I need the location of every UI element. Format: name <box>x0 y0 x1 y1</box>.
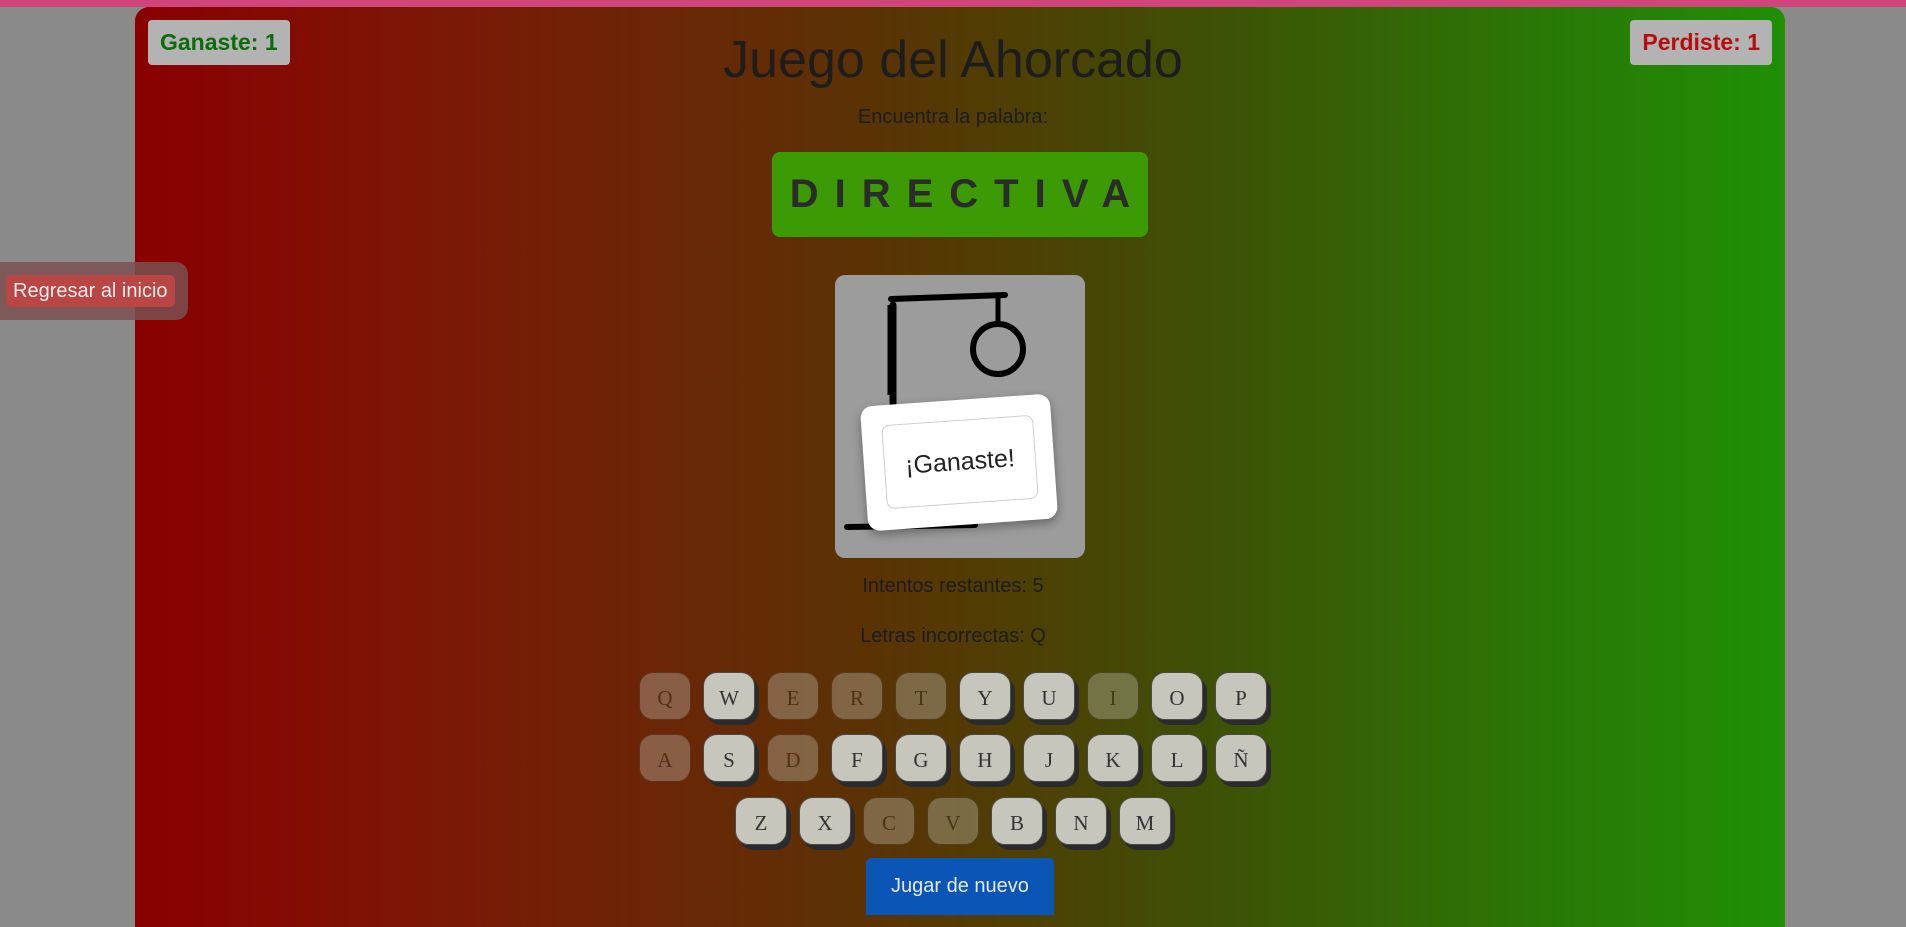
attempts-remaining: Intentos restantes: 5 <box>862 575 1044 597</box>
key-u[interactable]: U <box>1023 672 1075 720</box>
key-l[interactable]: L <box>1151 734 1203 782</box>
key-n[interactable]: N <box>1055 797 1107 845</box>
result-message: ¡Ganaste! <box>881 414 1039 510</box>
key-b[interactable]: B <box>991 797 1043 845</box>
keyboard-row-1: QWERTYUIOP <box>0 672 1906 720</box>
play-again-button[interactable]: Jugar de nuevo <box>866 858 1054 915</box>
key-c: C <box>863 797 915 845</box>
hidden-word-box: DIRECTIVA <box>772 152 1148 237</box>
key-g[interactable]: G <box>895 734 947 782</box>
key-z[interactable]: Z <box>735 797 787 845</box>
key-o[interactable]: O <box>1151 672 1203 720</box>
key-d: D <box>767 734 819 782</box>
key-a: A <box>639 734 691 782</box>
wrong-letters: Letras incorrectas: Q <box>860 625 1046 647</box>
key-p[interactable]: P <box>1215 672 1267 720</box>
key-s[interactable]: S <box>703 734 755 782</box>
key-h[interactable]: H <box>959 734 1011 782</box>
key-i: I <box>1087 672 1139 720</box>
key-j[interactable]: J <box>1023 734 1075 782</box>
hidden-word: DIRECTIVA <box>789 172 1147 216</box>
top-accent-bar <box>0 0 1906 7</box>
key-ñ[interactable]: Ñ <box>1215 734 1267 782</box>
key-e: E <box>767 672 819 720</box>
key-m[interactable]: M <box>1119 797 1171 845</box>
key-r: R <box>831 672 883 720</box>
page-title: Juego del Ahorcado <box>723 31 1183 89</box>
keyboard-row-2: ASDFGHJKLÑ <box>0 734 1906 782</box>
key-x[interactable]: X <box>799 797 851 845</box>
key-f[interactable]: F <box>831 734 883 782</box>
key-y[interactable]: Y <box>959 672 1011 720</box>
back-to-home-button[interactable]: Regresar al inicio <box>6 275 175 307</box>
keyboard-row-3: ZXCVBNM <box>0 797 1906 845</box>
key-t: T <box>895 672 947 720</box>
key-w[interactable]: W <box>703 672 755 720</box>
instruction-text: Encuentra la palabra: <box>857 106 1049 128</box>
key-v: V <box>927 797 979 845</box>
result-dialog: ¡Ganaste! <box>859 393 1059 532</box>
key-q: Q <box>639 672 691 720</box>
key-k[interactable]: K <box>1087 734 1139 782</box>
